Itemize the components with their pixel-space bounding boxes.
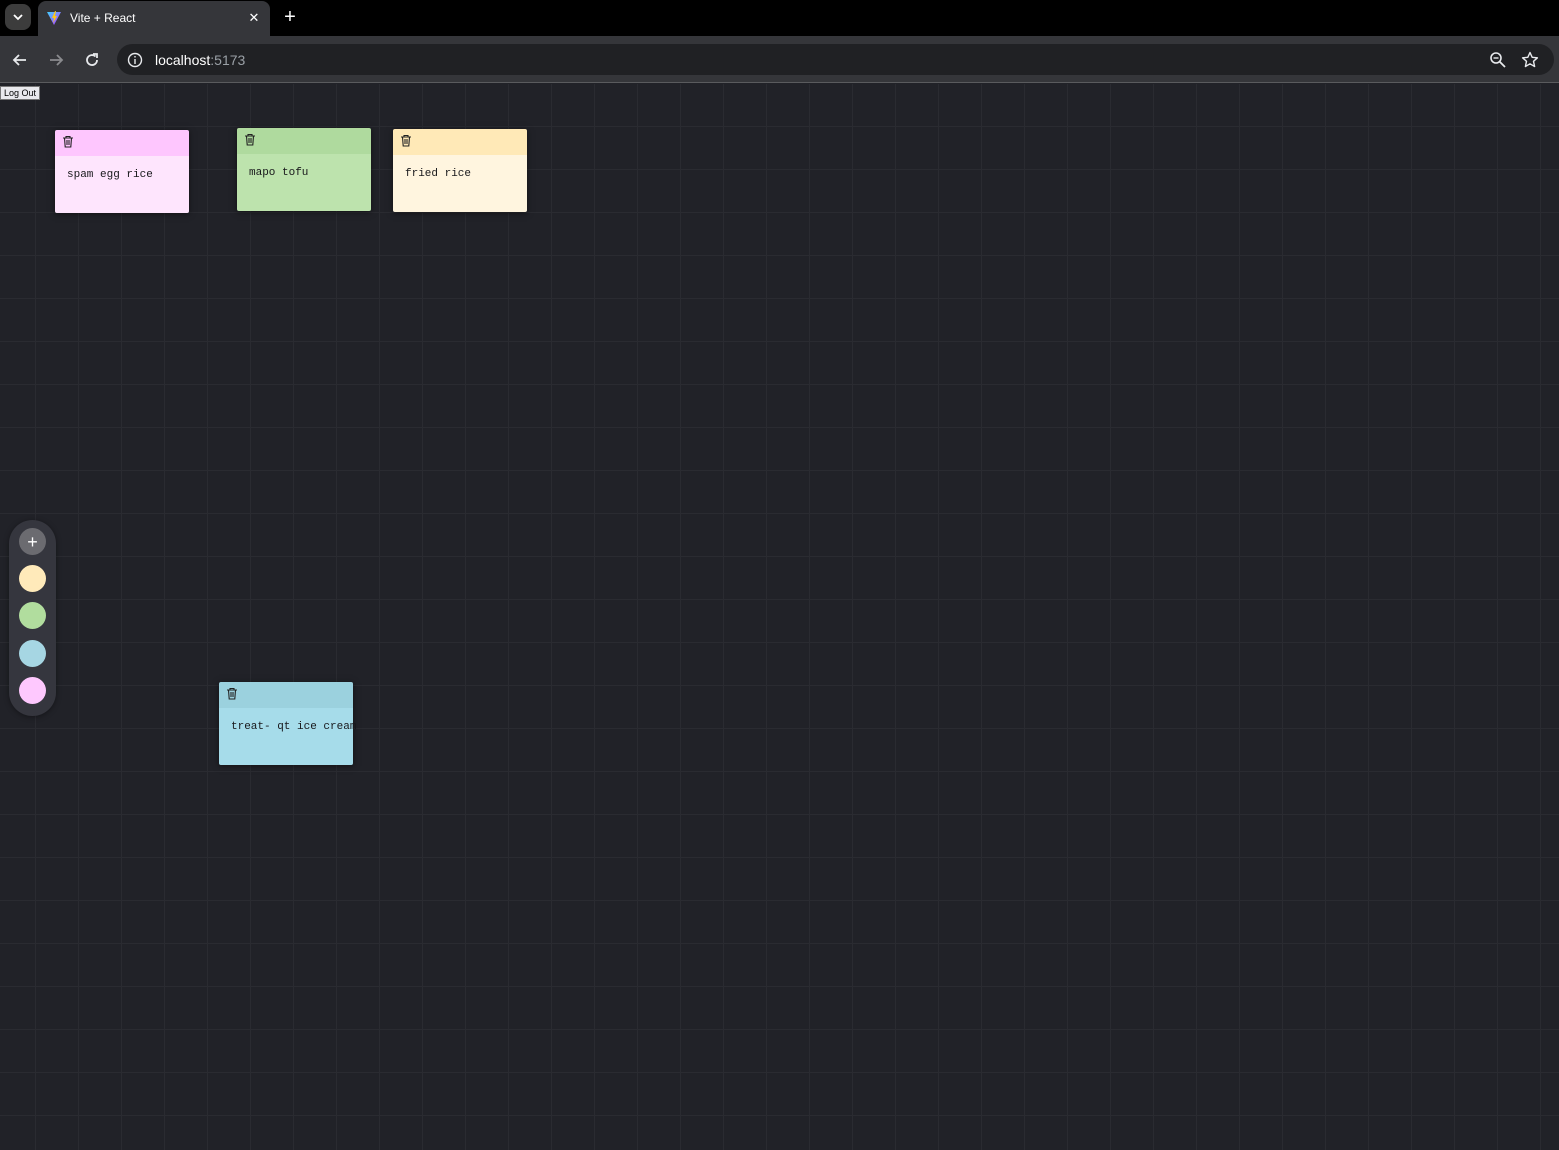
color-swatch-pink[interactable] — [19, 677, 46, 704]
trash-icon[interactable] — [62, 135, 74, 148]
note-card[interactable]: treat- qt ice cream — [219, 682, 356, 765]
note-header[interactable] — [237, 128, 371, 154]
reload-icon — [86, 53, 98, 66]
close-icon[interactable]: ✕ — [245, 9, 263, 27]
color-swatch-blue[interactable] — [19, 640, 46, 667]
logout-button[interactable]: Log Out — [0, 86, 41, 100]
note-body[interactable]: treat- qt ice cream — [219, 708, 356, 765]
note-text[interactable]: spam egg rice — [67, 169, 153, 181]
bookmark-star-icon[interactable] — [1521, 51, 1539, 69]
trash-icon[interactable] — [226, 687, 238, 700]
note-text[interactable]: fried rice — [405, 168, 471, 180]
notes-canvas: Log Out spam egg rice mapo tofu fried ri… — [0, 84, 1559, 1150]
note-card[interactable]: spam egg rice — [55, 130, 189, 213]
tab-title: Vite + React — [70, 11, 136, 25]
browser-toolbar: localhost:5173 — [0, 36, 1559, 83]
note-body[interactable]: spam egg rice — [55, 156, 189, 213]
url-text[interactable]: localhost:5173 — [155, 52, 245, 68]
color-swatch-yellow[interactable] — [19, 565, 46, 592]
note-header[interactable] — [55, 130, 189, 156]
color-swatch-green[interactable] — [19, 602, 46, 629]
background-grid — [0, 84, 1559, 1150]
add-note-button[interactable]: + — [19, 528, 46, 555]
note-body[interactable]: fried rice — [393, 155, 527, 212]
arrow-right-icon — [50, 54, 64, 66]
trash-icon[interactable] — [244, 133, 256, 146]
new-tab-button[interactable]: + — [278, 5, 302, 29]
reload-button[interactable] — [80, 48, 104, 72]
color-controls-panel: + — [9, 520, 56, 716]
arrow-left-icon — [12, 54, 26, 66]
note-card[interactable]: fried rice — [393, 129, 527, 212]
note-text[interactable]: mapo tofu — [249, 167, 308, 179]
note-body[interactable]: mapo tofu — [237, 154, 371, 211]
trash-icon[interactable] — [400, 134, 412, 147]
address-bar[interactable]: localhost:5173 — [117, 44, 1554, 75]
note-header[interactable] — [219, 682, 353, 708]
chevron-down-icon — [13, 14, 23, 21]
tab-search-button[interactable] — [5, 4, 31, 30]
info-icon[interactable] — [127, 52, 143, 68]
note-card[interactable]: mapo tofu — [237, 128, 371, 211]
browser-tab-bar: Vite + React ✕ + — [0, 0, 1559, 36]
browser-tab[interactable]: Vite + React ✕ — [38, 1, 270, 36]
url-host: localhost — [155, 52, 211, 68]
back-button[interactable] — [8, 48, 32, 72]
zoom-icon[interactable] — [1489, 51, 1507, 69]
url-port: :5173 — [210, 52, 246, 68]
vite-logo-icon — [47, 11, 61, 25]
note-text[interactable]: treat- qt ice cream — [231, 721, 356, 733]
note-header[interactable] — [393, 129, 527, 155]
forward-button[interactable] — [44, 48, 68, 72]
